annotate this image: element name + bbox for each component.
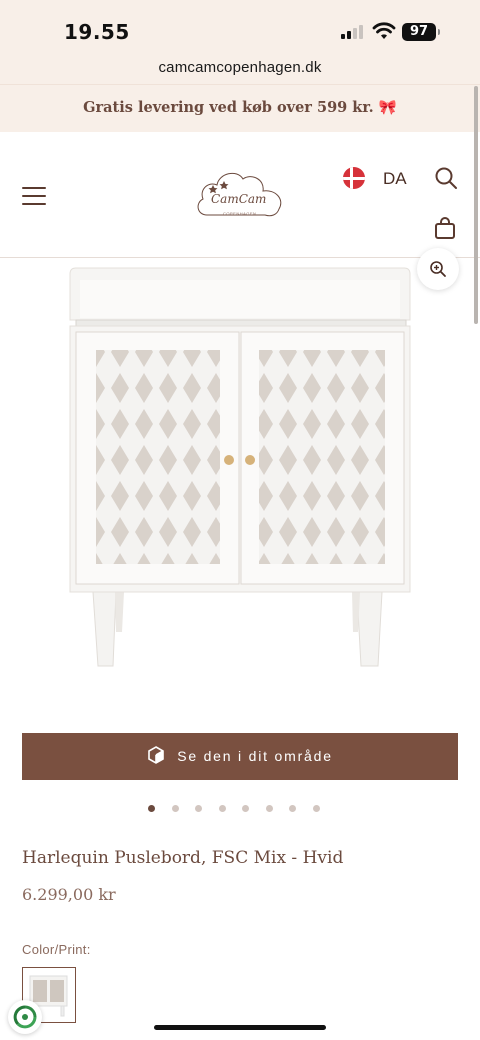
logo[interactable]: CamCam COPENHAGEN — [193, 165, 287, 223]
zoom-in-icon — [430, 261, 446, 277]
product-image[interactable] — [60, 262, 420, 672]
cta-label: Se den i dit område — [177, 748, 333, 764]
ar-cube-icon — [148, 746, 164, 765]
color-print-label: Color/Print: — [22, 942, 91, 957]
gallery-dot[interactable] — [171, 805, 179, 812]
promo-banner: Gratis levering ved køb over 599 kr. 🎀 — [0, 84, 480, 132]
logo-text: CamCam — [211, 192, 267, 206]
signal-icon — [341, 25, 365, 39]
gallery-dot[interactable] — [242, 805, 249, 812]
gallery-dot[interactable] — [195, 805, 202, 812]
bow-icon: 🎀 — [378, 99, 397, 116]
url-bar[interactable]: camcamcopenhagen.dk — [0, 56, 480, 84]
denmark-flag-icon[interactable] — [343, 167, 365, 189]
home-indicator[interactable] — [154, 1025, 326, 1030]
site-header: CamCam COPENHAGEN DA — [0, 132, 480, 258]
eco-badge[interactable] — [8, 1000, 42, 1034]
gallery-dot[interactable] — [218, 805, 226, 812]
battery-indicator: 97 — [402, 23, 440, 41]
zoom-button[interactable] — [417, 248, 459, 290]
gallery-dot[interactable] — [265, 805, 273, 812]
product-price: 6.299,00 kr — [22, 885, 116, 904]
view-in-your-area-button[interactable]: Se den i dit område — [22, 733, 458, 780]
promo-text: Gratis levering ved køb over 599 kr. — [83, 99, 374, 116]
menu-icon[interactable] — [22, 186, 48, 206]
status-time: 19.55 — [64, 20, 130, 44]
gallery-dot[interactable] — [148, 805, 155, 812]
scrollbar[interactable] — [474, 86, 478, 324]
wifi-icon — [372, 22, 396, 39]
gallery-dot[interactable] — [312, 805, 320, 812]
search-icon[interactable] — [434, 166, 458, 190]
logo-subtext: COPENHAGEN — [223, 211, 257, 216]
status-bar: 19.55 97 — [0, 0, 480, 56]
gallery-pagination — [148, 805, 320, 815]
bag-icon[interactable] — [434, 216, 456, 240]
recycle-icon — [13, 1005, 37, 1029]
product-title: Harlequin Puslebord, FSC Mix - Hvid — [22, 848, 344, 868]
gallery-dot[interactable] — [289, 805, 296, 812]
language-selector[interactable]: DA — [383, 169, 407, 189]
